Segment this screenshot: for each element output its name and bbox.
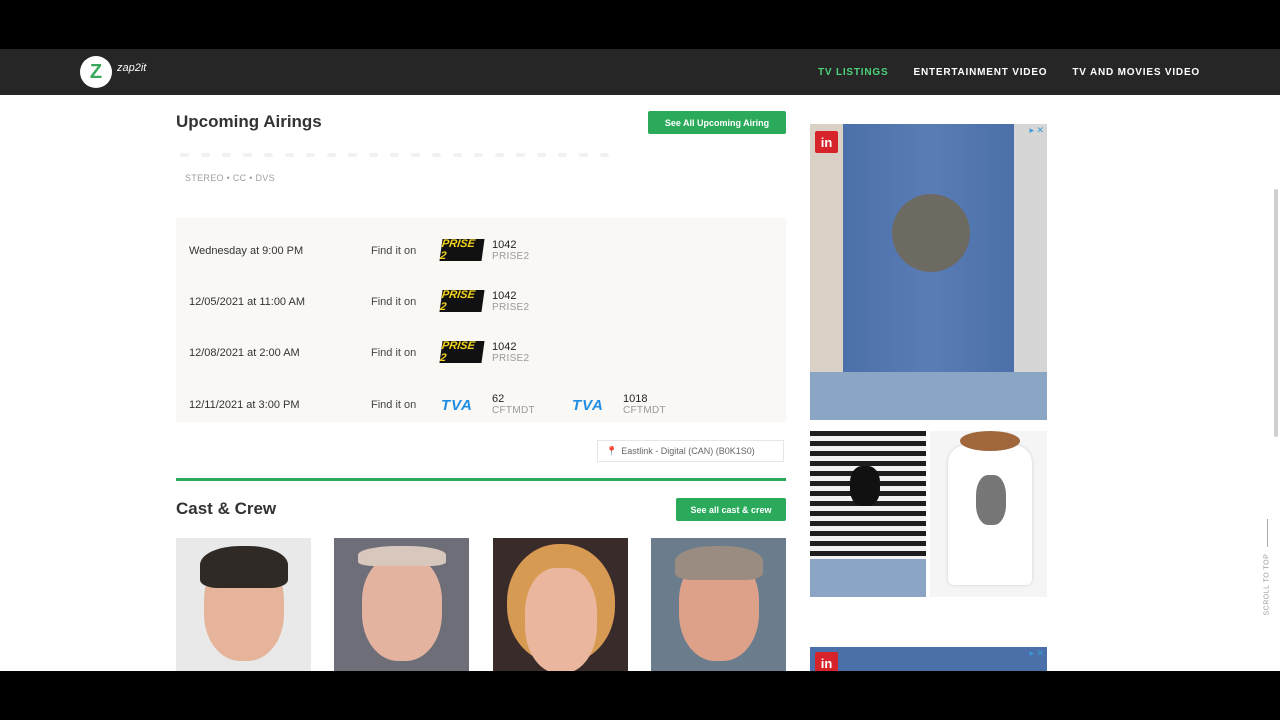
cast-crew-title: Cast & Crew [176, 499, 277, 518]
find-it-label: Find it on [371, 347, 417, 359]
upcoming-airings-title: Upcoming Airings [176, 112, 322, 131]
nav-link-tv-listings[interactable]: TV LISTINGS [818, 67, 888, 78]
find-it-label: Find it on [371, 296, 417, 308]
scroll-to-top-button[interactable]: SCROLL TO TOP [1262, 519, 1272, 629]
ad-choices-icon[interactable]: ▸ ✕ [1029, 125, 1044, 136]
video-frame: Z zap2it TV LISTINGS ENTERTAINMENT VIDEO… [0, 0, 1280, 720]
prise2-logo: PRISE 2 [439, 238, 485, 262]
program-meta: STEREO • CC • DVS [185, 173, 275, 183]
ad-brand-icon: in [815, 652, 838, 671]
prise2-logo: PRISE 2 [439, 289, 485, 313]
ad-brand-icon: in [815, 131, 838, 153]
jeans-image [810, 559, 926, 597]
loading-dots [180, 153, 640, 159]
find-it-label: Find it on [371, 399, 417, 411]
channel-link[interactable]: PRISE 2 1042 PRISE2 [439, 281, 571, 321]
nav-links: TV LISTINGS ENTERTAINMENT VIDEO TV AND M… [818, 49, 1200, 95]
channel-link[interactable]: PRISE 2 1042 PRISE2 [439, 230, 571, 270]
channel-number: 1042 [492, 239, 517, 251]
channel-name: PRISE2 [492, 302, 530, 313]
cat-print-image [892, 194, 970, 272]
airing-row: Wednesday at 9:00 PM Find it on PRISE 2 … [176, 230, 786, 270]
tva-logo: TVA [572, 397, 604, 414]
find-it-label: Find it on [371, 245, 417, 257]
airing-row: 12/05/2021 at 11:00 AM Find it on PRISE … [176, 281, 786, 321]
zap2it-logo[interactable]: Z [80, 56, 112, 88]
airing-time: 12/11/2021 at 3:00 PM [189, 399, 300, 411]
channel-name: PRISE2 [492, 353, 530, 364]
logo-text[interactable]: zap2it [117, 62, 146, 74]
jeans-image [810, 372, 1047, 420]
logo-letter: Z [89, 61, 103, 83]
channel-link[interactable]: TVA 62 CFTMDT [441, 384, 571, 424]
cast-photo-hair [358, 546, 446, 566]
airing-time: 12/08/2021 at 2:00 AM [189, 347, 300, 359]
section-divider [176, 478, 786, 481]
provider-selector[interactable]: 📍 Eastlink - Digital (CAN) (B0K1S0) [597, 440, 784, 462]
nav-link-entertainment-video[interactable]: ENTERTAINMENT VIDEO [913, 67, 1047, 78]
airings-list: Wednesday at 9:00 PM Find it on PRISE 2 … [176, 218, 786, 422]
ad-tshirt-blue[interactable]: in ▸ ✕ [810, 124, 1047, 420]
airing-row: 12/08/2021 at 2:00 AM Find it on PRISE 2… [176, 332, 786, 372]
scroll-to-top-label: SCROLL TO TOP [1263, 553, 1271, 616]
channel-link[interactable]: PRISE 2 1042 PRISE2 [439, 332, 571, 372]
channel-link[interactable]: TVA 1018 CFTMDT [572, 384, 702, 424]
channel-number: 1018 [623, 393, 648, 405]
nav-link-tv-movies-video[interactable]: TV AND MOVIES VIDEO [1072, 67, 1200, 78]
cast-photo [362, 556, 442, 661]
channel-number: 1042 [492, 290, 517, 302]
ad-tshirt-white[interactable] [930, 431, 1047, 597]
ad-tshirt-striped[interactable] [810, 431, 926, 597]
channel-name: CFTMDT [492, 405, 535, 416]
location-pin-icon: 📍 [606, 445, 618, 456]
cast-photo-hair [200, 546, 288, 588]
cast-card[interactable] [651, 538, 786, 671]
hair-image [960, 431, 1020, 451]
ad-tshirt-blue-2[interactable]: in ▸ ✕ [810, 647, 1047, 671]
prise2-logo: PRISE 2 [439, 340, 485, 364]
cast-card[interactable] [493, 538, 628, 671]
cast-photo [525, 568, 597, 671]
ad-choices-icon[interactable]: ▸ ✕ [1029, 648, 1044, 659]
navbar: Z zap2it TV LISTINGS ENTERTAINMENT VIDEO… [0, 49, 1280, 95]
cast-photo-hair [675, 546, 763, 580]
channel-name: PRISE2 [492, 251, 530, 262]
page: Z zap2it TV LISTINGS ENTERTAINMENT VIDEO… [0, 49, 1280, 671]
airing-row: 12/11/2021 at 3:00 PM Find it on TVA 62 … [176, 384, 786, 424]
airing-time: 12/05/2021 at 11:00 AM [189, 296, 305, 308]
channel-number: 1042 [492, 341, 517, 353]
provider-label: Eastlink - Digital (CAN) (B0K1S0) [621, 446, 755, 456]
cast-card[interactable] [176, 538, 311, 671]
tva-logo: TVA [441, 397, 473, 414]
arrow-up-icon [1267, 519, 1268, 547]
page-scrollbar[interactable] [1274, 189, 1278, 437]
channel-number: 62 [492, 393, 505, 405]
cat-print-image [976, 475, 1006, 525]
see-all-airings-button[interactable]: See All Upcoming Airing [648, 111, 786, 134]
see-all-cast-button[interactable]: See all cast & crew [676, 498, 786, 521]
cast-card[interactable] [334, 538, 469, 671]
cat-print-image [850, 466, 880, 506]
airing-time: Wednesday at 9:00 PM [189, 245, 304, 257]
channel-name: CFTMDT [623, 405, 666, 416]
